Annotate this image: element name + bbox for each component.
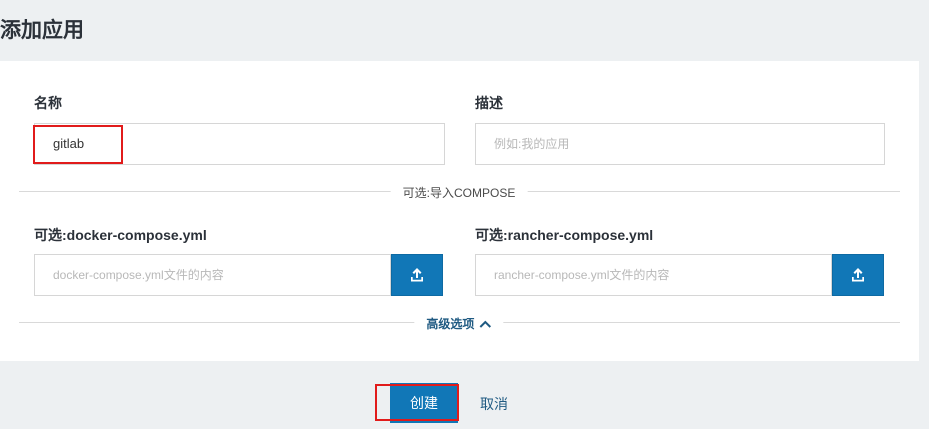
docker-compose-label: 可选:docker-compose.yml xyxy=(34,227,207,243)
docker-compose-upload-button[interactable] xyxy=(391,254,443,296)
advanced-options-label: 高级选项 xyxy=(426,317,475,331)
rancher-compose-upload-button[interactable] xyxy=(832,254,884,296)
description-label: 描述 xyxy=(475,95,503,111)
create-highlight-box xyxy=(375,384,459,421)
upload-icon xyxy=(409,267,425,283)
page-title: 添加应用 xyxy=(0,19,84,42)
name-label: 名称 xyxy=(34,95,62,111)
name-highlight-box xyxy=(33,125,123,164)
upload-icon xyxy=(850,267,866,283)
rancher-compose-input[interactable]: rancher-compose.yml文件的内容 xyxy=(475,254,832,296)
rancher-compose-label: 可选:rancher-compose.yml xyxy=(475,227,654,243)
import-divider-label: 可选:导入COMPOSE xyxy=(390,184,528,201)
description-input[interactable]: 例如:我的应用 xyxy=(475,123,885,165)
docker-compose-input[interactable]: docker-compose.yml文件的内容 xyxy=(34,254,391,296)
form-card: 名称 gitlab 描述 例如:我的应用 可选:导入COMPOSE 可选:doc… xyxy=(0,61,919,361)
cancel-button[interactable]: 取消 xyxy=(480,394,508,414)
chevron-up-icon xyxy=(479,318,492,332)
advanced-options-toggle[interactable]: 高级选项 xyxy=(414,315,504,332)
